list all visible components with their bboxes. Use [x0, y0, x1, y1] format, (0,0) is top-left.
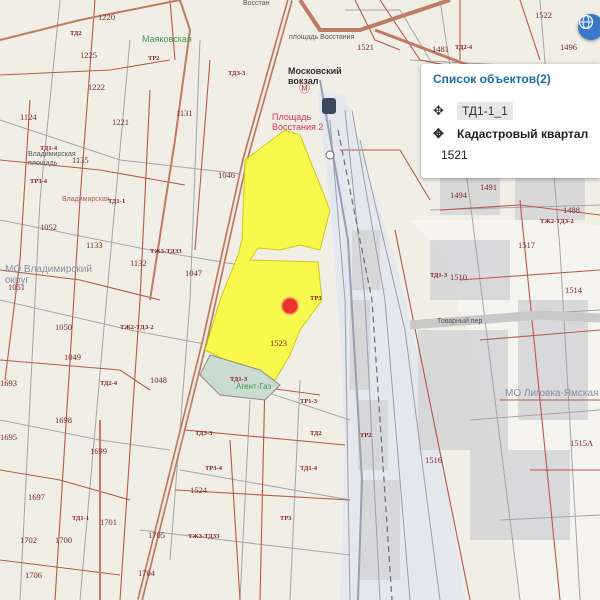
block-number-label: 1706	[25, 570, 42, 580]
block-number-label: 1695	[0, 432, 17, 442]
panel-item-label[interactable]: Кадастровый квартал	[457, 127, 588, 141]
zone-code-label: ТР3	[280, 515, 292, 522]
metro-icon: Ⓜ	[299, 83, 310, 95]
move-arrows-icon[interactable]: ✥	[433, 103, 457, 119]
map-canvas[interactable]: Восстан площадь Восстания Товарный пер В…	[0, 0, 600, 600]
block-number-label: 1052	[40, 222, 57, 232]
block-number-label: 1133	[86, 240, 103, 250]
block-number-label: 1132	[130, 258, 147, 268]
block-number-label: 1521	[357, 42, 374, 52]
block-number-label: 1047	[185, 268, 202, 278]
street-label-vladimirskaya: Владимирская	[62, 196, 110, 203]
block-number-label: 1700	[55, 535, 72, 545]
block-number-label: 1510	[450, 272, 467, 282]
poi-mayakovskaya: Маяковская	[142, 34, 192, 44]
block-number-label: 1135	[72, 155, 89, 165]
block-number-label: 1698	[55, 415, 72, 425]
block-number-label: 1524	[190, 485, 207, 495]
objects-list-panel: Список объектов(2) ✥ ТД1-1_1 ✥ Кадастров…	[421, 64, 600, 178]
block-number-label: 1522	[535, 10, 552, 20]
railway-station-icon	[322, 98, 336, 114]
block-number-label: 1049	[64, 352, 81, 362]
zone-code-label: ТЖ2-ТДЗ-2	[540, 218, 574, 225]
block-number-label: 1221	[112, 117, 129, 127]
block-number-label: 1481	[432, 44, 449, 54]
block-number-label: 1705	[148, 530, 165, 540]
block-number-label: 1699	[90, 446, 107, 456]
panel-value: 1521	[441, 148, 468, 162]
poi-green-area: Агент-Газ	[236, 382, 272, 391]
poi-ploshchad-vosstaniya-2: Площадь Восстания 2	[272, 112, 324, 132]
block-number-label: 1496	[560, 42, 577, 52]
block-number-label: 1697	[28, 492, 45, 502]
zone-code-label: ТД1-4	[40, 145, 58, 152]
zone-code-label: ТД1-4	[300, 465, 318, 472]
zone-code-label: ТД2-4	[455, 44, 473, 51]
block-number-label: 1523	[270, 338, 287, 348]
move-arrows-icon[interactable]: ✥	[433, 126, 457, 142]
street-label-ploshchad: площадь Восстания	[289, 34, 355, 41]
block-number-label: 1225	[80, 50, 97, 60]
street-label-vosstaniya: Восстан	[243, 0, 270, 7]
globe-button[interactable]	[578, 14, 600, 40]
zone-code-label: ТДЗ-3	[228, 70, 246, 77]
block-number-label: 1131	[176, 108, 193, 118]
block-number-label: 1517	[518, 240, 535, 250]
block-number-label: 1222	[88, 82, 105, 92]
panel-item-zone[interactable]: ✥ ТД1-1_1	[433, 102, 513, 120]
zone-code-label: ТД1-1	[108, 198, 126, 205]
panel-item-label[interactable]: ТД1-1_1	[457, 102, 513, 120]
block-number-label: 1491	[480, 182, 497, 192]
block-number-label: 1494	[450, 190, 467, 200]
globe-icon	[578, 14, 594, 30]
block-number-label: 1050	[55, 322, 72, 332]
street-label-tovarny: Товарный пер	[437, 318, 483, 325]
block-number-label: 1051	[8, 282, 25, 292]
block-number-label: 1515A	[570, 438, 594, 448]
zone-code-label: ТДЗ-3	[195, 430, 213, 437]
panel-title: Список объектов(2)	[433, 72, 551, 86]
zone-code-label: ТР3	[310, 295, 322, 302]
block-number-label: 1488	[563, 205, 580, 215]
zone-code-label: ТР3-4	[205, 465, 222, 472]
panel-item-cadastral[interactable]: ✥ Кадастровый квартал	[433, 126, 588, 142]
zone-code-label: ТЖ3-ТДЗЗ	[188, 533, 220, 540]
zone-code-label: ТД1-1	[72, 515, 90, 522]
block-number-label: 1220	[98, 12, 115, 22]
block-number-label: 1704	[138, 568, 155, 578]
zone-code-label: ТР2	[360, 432, 372, 439]
block-number-label: 1048	[150, 375, 167, 385]
zone-code-label: ТЖ3-ТДЗЗ	[150, 248, 182, 255]
zone-code-label: ТЖ2-ТДЗ-2	[120, 324, 154, 331]
block-number-label: 1701	[100, 517, 117, 527]
zone-code-label: ТР3-4	[30, 178, 47, 185]
block-number-label: 1514	[565, 285, 582, 295]
block-number-label: 1516	[425, 455, 442, 465]
district-label-ligovka: МО Лиговка-Ямская	[505, 388, 599, 399]
block-number-label: 1702	[20, 535, 37, 545]
zone-code-label: ТД2-4	[100, 380, 118, 387]
zone-code-label: ТД2	[310, 430, 322, 437]
zone-code-label: ТД1-3	[430, 272, 448, 279]
block-number-label: 1693	[0, 378, 17, 388]
block-number-label: 1046	[218, 170, 235, 180]
zone-code-label: ТД2	[70, 30, 82, 37]
zone-code-label: ТР2	[148, 55, 160, 62]
zone-code-label: ТР1-3	[300, 398, 317, 405]
zone-code-label: ТД1-3	[230, 376, 248, 383]
location-marker	[281, 297, 299, 315]
block-number-label: 1124	[20, 112, 37, 122]
